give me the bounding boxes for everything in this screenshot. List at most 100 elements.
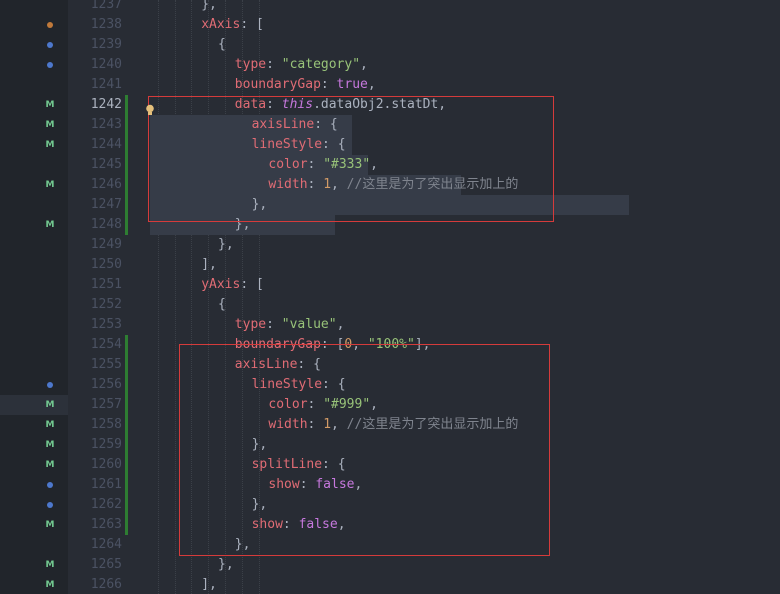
change-dot-icon[interactable] [44, 35, 56, 55]
code-token: type [234, 57, 267, 72]
code-token: }, [218, 237, 234, 252]
git-marker-row: M [0, 415, 68, 435]
line-number: 1262 [90, 497, 122, 512]
code-token: : [ [240, 17, 264, 32]
code-line[interactable]: xAxis: [ [201, 15, 264, 35]
line-number: 1266 [90, 577, 122, 592]
modified-marker[interactable]: M [44, 575, 56, 594]
code-token: ], [201, 577, 217, 592]
code-line[interactable]: boundaryGap: true, [235, 75, 376, 95]
change-dot-icon[interactable] [44, 475, 56, 495]
line-number: 1238 [90, 17, 122, 32]
code-token: boundaryGap [234, 77, 321, 92]
git-marker-row: M [0, 515, 68, 535]
modified-marker[interactable]: M [44, 135, 56, 155]
code-token: "value" [281, 317, 337, 332]
git-marker-row [0, 495, 68, 515]
git-status-sidebar: MMMMMMMMMMMM [0, 0, 68, 594]
code-token: true [336, 77, 368, 92]
code-token: yAxis [201, 277, 241, 292]
code-token: }, [218, 557, 234, 572]
change-dot-icon[interactable] [44, 495, 56, 515]
modified-marker[interactable]: M [44, 175, 56, 195]
line-number: 1258 [90, 417, 122, 432]
change-dot-icon[interactable] [44, 375, 56, 395]
code-line[interactable]: }, [218, 235, 234, 255]
indent-guide [157, 0, 159, 594]
git-marker-row: M [0, 555, 68, 575]
modified-marker[interactable]: M [44, 515, 56, 535]
modified-marker[interactable]: M [44, 115, 56, 135]
git-marker-row: M [0, 395, 68, 415]
code-line[interactable]: ], [201, 575, 217, 594]
modified-marker[interactable]: M [44, 95, 56, 115]
line-number: 1261 [90, 477, 122, 492]
code-line[interactable]: yAxis: [ [201, 275, 264, 295]
git-marker-row: M [0, 95, 68, 115]
highlight-box-yaxis [179, 344, 550, 556]
line-number: 1250 [90, 257, 122, 272]
code-line[interactable]: { [218, 35, 226, 55]
line-number: 1259 [90, 437, 122, 452]
line-number: 1249 [90, 237, 122, 252]
git-marker-row: M [0, 175, 68, 195]
change-dot-icon[interactable] [44, 15, 56, 35]
git-marker-row [0, 15, 68, 35]
line-number: 1243 [90, 117, 122, 132]
code-line[interactable]: }, [218, 555, 234, 575]
line-number: 1246 [90, 177, 122, 192]
line-number: 1241 [90, 77, 122, 92]
line-number: 1265 [90, 557, 122, 572]
code-token: : [ [240, 277, 264, 292]
code-token: { [218, 37, 226, 52]
change-dot-icon[interactable] [44, 55, 56, 75]
line-number: 1256 [90, 377, 122, 392]
lightbulb-icon[interactable] [145, 104, 155, 116]
modified-marker[interactable]: M [44, 435, 56, 455]
git-marker-row: M [0, 115, 68, 135]
modified-marker[interactable]: M [44, 555, 56, 575]
modified-marker[interactable]: M [44, 415, 56, 435]
code-token: , [360, 57, 368, 72]
git-marker-row: M [0, 575, 68, 594]
indent-guide [174, 0, 176, 594]
code-line[interactable]: type: "category", [235, 55, 368, 75]
line-number: 1263 [90, 517, 122, 532]
modified-marker[interactable]: M [44, 455, 56, 475]
highlight-box-xaxis [148, 96, 554, 222]
git-marker-row [0, 475, 68, 495]
modified-marker[interactable]: M [44, 215, 56, 235]
code-editor[interactable]: MMMMMMMMMMMM 1237 1238 1239 1240 1241 1242 124… [0, 0, 780, 594]
line-number: 1264 [90, 537, 122, 552]
code-token: : [266, 317, 282, 332]
code-line[interactable]: type: "value", [235, 315, 345, 335]
code-token: ], [201, 257, 217, 272]
git-change-bar [125, 95, 128, 235]
line-number: 1260 [90, 457, 122, 472]
git-marker-row [0, 375, 68, 395]
code-line[interactable]: { [218, 295, 226, 315]
code-token: : [266, 57, 282, 72]
code-token: { [218, 297, 226, 312]
code-line[interactable]: }, [201, 0, 217, 15]
git-marker-row: M [0, 215, 68, 235]
git-marker-row: M [0, 135, 68, 155]
code-line[interactable]: ], [201, 255, 217, 275]
code-token: : [320, 77, 337, 92]
line-number: 1253 [90, 317, 122, 332]
line-number: 1245 [90, 157, 122, 172]
code-token: , [367, 77, 376, 92]
line-number: 1255 [90, 357, 122, 372]
git-marker-row: M [0, 435, 68, 455]
line-number: 1251 [90, 277, 122, 292]
line-number: 1247 [90, 197, 122, 212]
line-number: 1252 [90, 297, 122, 312]
line-number: 1240 [90, 57, 122, 72]
git-marker-row: M [0, 455, 68, 475]
line-number-gutter: 1237 1238 1239 1240 1241 1242 1243 1244 1245 1246… [68, 0, 130, 594]
line-number: 1237 [90, 0, 122, 12]
modified-marker[interactable]: M [44, 395, 56, 415]
line-number: 1248 [90, 217, 122, 232]
git-marker-row [0, 55, 68, 75]
line-number: 1239 [90, 37, 122, 52]
